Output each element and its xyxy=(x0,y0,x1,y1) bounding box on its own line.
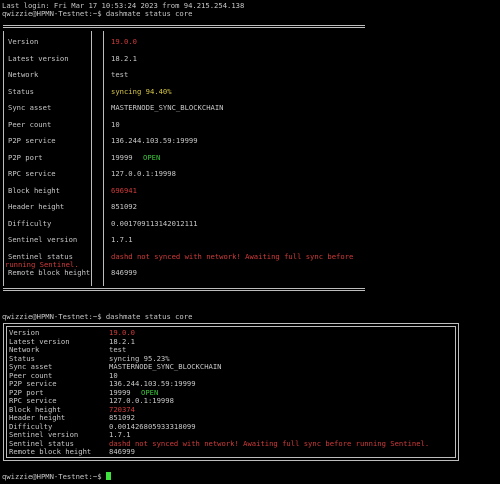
table-border-top xyxy=(3,25,365,28)
command-line-2: qwizzie@HPMN-Testnet:~$ dashmate status … xyxy=(2,313,192,321)
table-row: Sentinel version 1.7.1 xyxy=(3,234,365,245)
row-value: 136.244.103.59:19999 xyxy=(111,136,198,145)
table-row: Latest version 18.2.1 xyxy=(3,53,365,64)
table-row: Network test xyxy=(4,345,454,355)
table-row: Status syncing 94.40% xyxy=(3,86,365,97)
status-table-2: Version 19.0.0 Latest version 18.2.1 Network… xyxy=(3,323,459,461)
command-line-3[interactable]: qwizzie@HPMN-Testnet:~$ xyxy=(2,472,111,481)
command-text: dashmate status core xyxy=(105,9,193,18)
row-key: Block height xyxy=(8,185,60,195)
table-row: Remote block height 846999 xyxy=(3,267,365,278)
row-key: Remote block height xyxy=(9,447,92,456)
table-row: Version 19.0.0 xyxy=(4,328,454,338)
row-value: 696941 xyxy=(111,185,137,195)
row-key: Header height xyxy=(8,202,65,211)
row-value: 0.001709113142012111 xyxy=(111,218,198,228)
row-value: 10 xyxy=(111,119,120,129)
row-value: 846999 xyxy=(109,447,135,456)
row-key: Version xyxy=(8,37,39,46)
row-key: Sync asset xyxy=(8,103,52,112)
row-key: Peer count xyxy=(8,119,52,129)
command-line-1: qwizzie@HPMN-Testnet:~$ dashmate status … xyxy=(2,10,192,18)
terminal-cursor[interactable] xyxy=(105,472,111,480)
table-row: Network test xyxy=(3,69,365,80)
port-status-badge: OPEN xyxy=(143,152,161,162)
row-key: Remote block height xyxy=(8,268,91,277)
row-value: MASTERNODE_SYNC_BLOCKCHAIN xyxy=(109,362,222,371)
table-row: Version 19.0.0 xyxy=(3,36,365,47)
table-row: P2P service 136.244.103.59:19999 xyxy=(4,379,454,389)
prompt: qwizzie@HPMN-Testnet:~$ xyxy=(2,9,102,18)
command-text: dashmate status core xyxy=(105,312,193,321)
table-row: Remote block height 846999 xyxy=(4,447,454,457)
table-border-bottom xyxy=(3,288,365,291)
table-row: Peer count 10 xyxy=(4,371,454,381)
table-row: Difficulty 0.001709113142012111 xyxy=(3,218,365,229)
prompt: qwizzie@HPMN-Testnet:~$ xyxy=(2,472,102,481)
table-row: Header height 851092 xyxy=(3,201,365,212)
row-key: Latest version xyxy=(8,53,69,63)
table-row: Sync asset MASTERNODE_SYNC_BLOCKCHAIN xyxy=(3,102,365,113)
status-table-1: Version 19.0.0 Latest version 18.2.1 Network… xyxy=(3,25,365,292)
table-row: Status syncing 95.23% xyxy=(4,354,454,364)
row-key: Sentinel version xyxy=(8,235,78,244)
row-key: P2P port xyxy=(8,152,43,162)
row-key: RPC service xyxy=(8,169,56,178)
table-row: Header height 851092 xyxy=(4,413,454,423)
row-value: 18.2.1 xyxy=(111,53,137,63)
table-row: Latest version 18.2.1 xyxy=(4,337,454,347)
row-value: 851092 xyxy=(111,202,137,211)
table-row: Sync asset MASTERNODE_SYNC_BLOCKCHAIN xyxy=(4,362,454,372)
row-value: 1.7.1 xyxy=(111,235,133,244)
table-row: Peer count 10 xyxy=(3,119,365,130)
row-value: 19.0.0 xyxy=(111,37,137,46)
row-value: 846999 xyxy=(111,268,137,277)
row-key: Network xyxy=(8,70,39,79)
table-row: P2P service 136.244.103.59:19999 xyxy=(3,135,365,146)
row-value: test xyxy=(111,70,129,79)
table-row: Block height 696941 xyxy=(3,185,365,196)
row-key: Difficulty xyxy=(8,218,52,228)
row-value: MASTERNODE_SYNC_BLOCKCHAIN xyxy=(111,103,224,112)
row-value: 127.0.0.1:19998 xyxy=(111,169,176,178)
table-row: P2P port 19999 OPEN xyxy=(4,388,454,398)
table-row: P2P port 19999 OPEN xyxy=(3,152,365,163)
row-key: P2P service xyxy=(8,136,56,145)
table-row: RPC service 127.0.0.1:19998 xyxy=(3,168,365,179)
row-value: dashd not synced with network! Awaiting … xyxy=(109,438,430,448)
row-key: Status xyxy=(8,86,34,96)
row-value: 19999 xyxy=(111,152,133,162)
table-row: RPC service 127.0.0.1:19998 xyxy=(4,396,454,406)
row-value: syncing 94.40% xyxy=(111,86,172,96)
table-row: Block height 720374 xyxy=(4,405,454,415)
prompt: qwizzie@HPMN-Testnet:~$ xyxy=(2,312,102,321)
